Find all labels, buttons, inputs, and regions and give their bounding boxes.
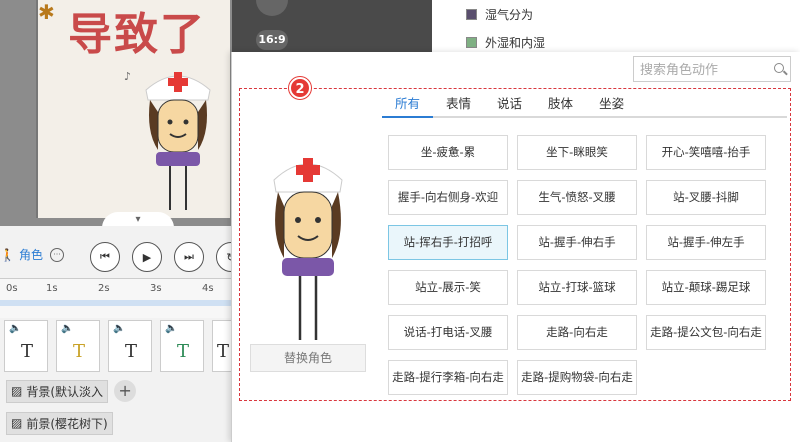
layer-background[interactable]: ▨ 背景(默认淡入 + bbox=[0, 378, 232, 404]
action-item[interactable]: 走路-提公文包-向右走 bbox=[646, 315, 766, 350]
action-item[interactable]: 站立-打球-篮球 bbox=[517, 270, 637, 305]
replace-character-button[interactable]: 替换角色 bbox=[250, 344, 366, 372]
action-item[interactable]: 坐下-眯眼笑 bbox=[517, 135, 637, 170]
action-item[interactable]: 说话-打电话-叉腰 bbox=[388, 315, 508, 350]
layer-label: 前景(樱花树下) bbox=[26, 416, 108, 431]
sound-icon: 🔈 bbox=[165, 323, 178, 334]
action-item[interactable]: 走路-向右走 bbox=[517, 315, 637, 350]
track-frame[interactable]: 🔈 T bbox=[160, 320, 204, 372]
canvas-area: ✱ 导致了 ♪ ▾ bbox=[0, 0, 232, 226]
ruler-tick: 0s bbox=[6, 283, 18, 294]
action-item[interactable]: 开心-笑嘻嘻-抬手 bbox=[646, 135, 766, 170]
action-picker-popup: 2 所有 表情 说话 肢体 坐姿 替换角色 坐-疲惫-累 坐下-眯眼笑 开心-笑… bbox=[231, 52, 800, 442]
layer-foreground[interactable]: ▨ 前景(樱花树下) bbox=[0, 410, 232, 436]
foreground-layer[interactable]: ▨ 前景(樱花树下) bbox=[6, 411, 113, 435]
stage-character[interactable] bbox=[138, 62, 218, 212]
note-icon: ♪ bbox=[124, 70, 132, 83]
search-icon[interactable] bbox=[774, 63, 784, 73]
legend-label: 外湿和内湿 bbox=[485, 35, 546, 50]
legend-panel: 湿气分为 外湿和内湿 bbox=[432, 0, 800, 52]
skip-forward-icon: ⏭ bbox=[184, 250, 194, 263]
tab-role-label: 角色 bbox=[18, 248, 43, 262]
action-item[interactable]: 走路-提行李箱-向右走 bbox=[388, 360, 508, 395]
action-item[interactable]: 握手-向右侧身-欢迎 bbox=[388, 180, 508, 215]
track-frame[interactable]: T bbox=[212, 320, 232, 372]
layer-label: 背景(默认淡入 bbox=[26, 384, 104, 399]
ratio-panel: 16:9 bbox=[232, 0, 432, 52]
next-button[interactable]: ⏭ bbox=[174, 242, 204, 272]
collapse-tab[interactable]: ▾ bbox=[102, 212, 174, 226]
category-tabs: 所有 表情 说话 肢体 坐姿 bbox=[382, 92, 787, 118]
star-icon: ✱ bbox=[38, 0, 55, 24]
track-frame[interactable]: 🔈 T bbox=[4, 320, 48, 372]
search-box bbox=[633, 56, 791, 82]
track-label: T bbox=[73, 341, 86, 362]
track-frame[interactable]: 🔈 T bbox=[56, 320, 100, 372]
layer-icon: ▨ bbox=[11, 416, 23, 430]
action-item[interactable]: 站-叉腰-抖脚 bbox=[646, 180, 766, 215]
ruler-tick: 2s bbox=[98, 283, 110, 294]
search-input[interactable] bbox=[640, 61, 770, 79]
action-item[interactable]: 走路-提购物袋-向右走 bbox=[517, 360, 637, 395]
time-ruler[interactable]: 0s 1s 2s 3s 4s bbox=[0, 278, 232, 318]
prev-button[interactable]: ⏮ bbox=[90, 242, 120, 272]
action-grid: 坐-疲惫-累 坐下-眯眼笑 开心-笑嘻嘻-抬手 握手-向右侧身-欢迎 生气-愤怒… bbox=[388, 135, 784, 395]
ruler-tick: 4s bbox=[202, 283, 214, 294]
tab-body[interactable]: 肢体 bbox=[535, 92, 586, 118]
legend-swatch bbox=[466, 8, 477, 20]
tab-all[interactable]: 所有 bbox=[382, 92, 434, 118]
ruler-tick: 1s bbox=[46, 283, 58, 294]
track-label: T bbox=[21, 341, 34, 362]
skip-back-icon: ⏮ bbox=[100, 250, 110, 263]
action-item[interactable]: 生气-愤怒-叉腰 bbox=[517, 180, 637, 215]
legend-swatch bbox=[466, 36, 477, 48]
track-label: T bbox=[177, 341, 190, 362]
stage[interactable]: ✱ 导致了 ♪ bbox=[36, 0, 230, 218]
track-label: T bbox=[125, 341, 138, 362]
play-button[interactable]: ▶ bbox=[132, 242, 162, 272]
tab-expression[interactable]: 表情 bbox=[433, 92, 484, 118]
playhead-track[interactable] bbox=[0, 300, 232, 306]
tab-sitting[interactable]: 坐姿 bbox=[586, 92, 637, 118]
sound-icon: 🔈 bbox=[61, 323, 74, 334]
action-item-selected[interactable]: 站-挥右手-打招呼 bbox=[388, 225, 508, 260]
track-frame[interactable]: 🔈 T bbox=[108, 320, 152, 372]
action-item[interactable]: 站-握手-伸右手 bbox=[517, 225, 637, 260]
legend-label: 湿气分为 bbox=[485, 7, 534, 22]
tab-talk[interactable]: 说话 bbox=[484, 92, 535, 118]
ratio-dot[interactable] bbox=[256, 0, 288, 16]
sound-icon: 🔈 bbox=[9, 323, 22, 334]
step-badge: 2 bbox=[289, 77, 311, 99]
timeline-panel: 🚶 角色 ··· ⏮ ▶ ⏭ ↻ 0s 1s 2s 3s 4s 🔈 T 🔈 T … bbox=[0, 226, 246, 442]
stage-title: 导致了 bbox=[68, 9, 206, 60]
tab-role[interactable]: 🚶 角色 bbox=[0, 246, 43, 263]
more-icon[interactable]: ··· bbox=[50, 248, 64, 262]
layer-icon: ▨ bbox=[11, 384, 23, 398]
play-icon: ▶ bbox=[142, 250, 152, 264]
sound-icon: 🔈 bbox=[113, 323, 126, 334]
legend-item[interactable]: 湿气分为 bbox=[466, 4, 533, 24]
legend-item[interactable]: 外湿和内湿 bbox=[466, 32, 545, 52]
ruler-tick: 3s bbox=[150, 283, 162, 294]
walk-icon: 🚶 bbox=[0, 247, 15, 262]
action-item[interactable]: 坐-疲惫-累 bbox=[388, 135, 508, 170]
background-layer[interactable]: ▨ 背景(默认淡入 bbox=[6, 379, 109, 403]
aspect-ratio-button[interactable]: 16:9 bbox=[256, 30, 288, 50]
character-preview bbox=[273, 158, 343, 340]
track-label: T bbox=[217, 341, 230, 362]
action-item[interactable]: 站-握手-伸左手 bbox=[646, 225, 766, 260]
action-item[interactable]: 站立-展示-笑 bbox=[388, 270, 508, 305]
action-item[interactable]: 站立-颠球-踢足球 bbox=[646, 270, 766, 305]
add-layer-button[interactable]: + bbox=[114, 380, 137, 402]
